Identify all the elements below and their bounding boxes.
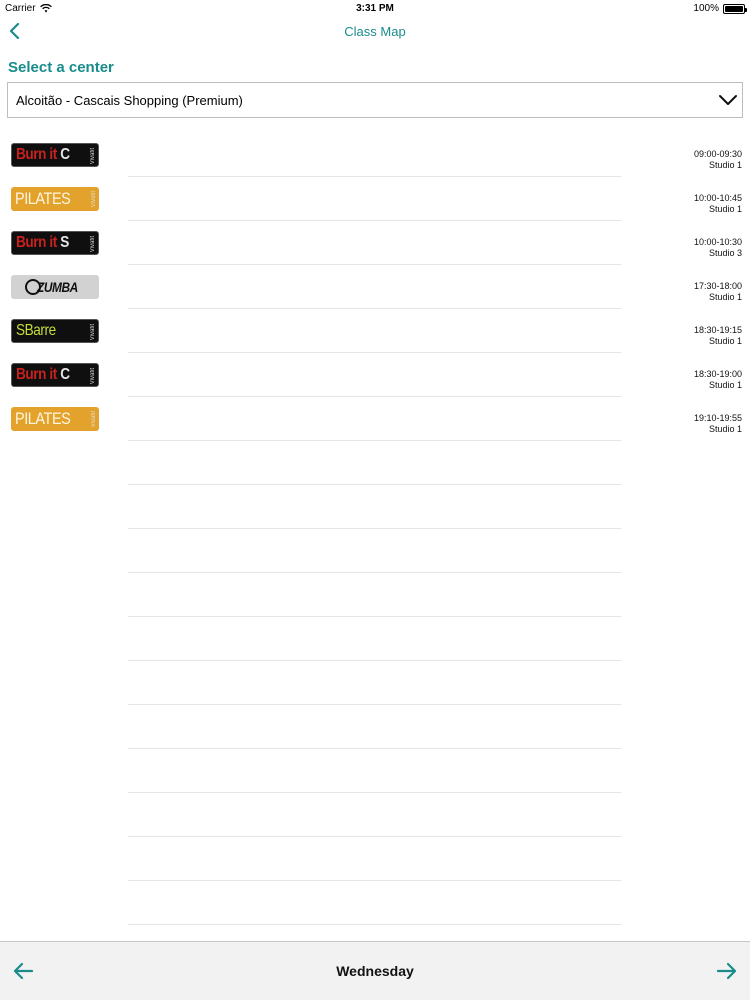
class-logo: Burn it C Vivafit (11, 143, 99, 167)
empty-row (0, 837, 750, 881)
class-schedule-list: Burn it C Vivafit 09:00-09:30 Studio 1 PI… (0, 133, 750, 925)
class-studio: Studio 1 (708, 160, 742, 170)
class-row[interactable]: Burn it C Vivafit 09:00-09:30 Studio 1 (0, 133, 750, 177)
class-time-block: 10:00-10:45 Studio 1 (694, 193, 742, 215)
class-time: 10:00-10:30 (693, 237, 742, 247)
class-studio: Studio 3 (708, 248, 742, 258)
class-row[interactable]: PILATES Vivafit 10:00-10:45 Studio 1 (0, 177, 750, 221)
class-time-block: 19:10-19:55 Studio 1 (694, 413, 742, 435)
class-time: 18:30-19:00 (693, 369, 742, 379)
empty-row (0, 749, 750, 793)
class-time: 09:00-09:30 (693, 149, 742, 159)
class-time: 19:10-19:55 (693, 413, 742, 423)
nav-bar: Class Map (0, 16, 750, 46)
battery-percent: 100% (693, 3, 719, 14)
class-logo: Burn it C Vivafit (11, 363, 99, 387)
status-time: 3:31 PM (356, 3, 394, 14)
current-day-label: Wednesday (336, 963, 414, 979)
class-row[interactable]: SBarre Vivafit 18:30-19:15 Studio 1 (0, 309, 750, 353)
empty-row (0, 529, 750, 573)
empty-row (0, 661, 750, 705)
empty-row (0, 441, 750, 485)
class-time-block: 18:30-19:00 Studio 1 (694, 369, 742, 391)
class-time: 17:30-18:00 (693, 281, 742, 291)
status-bar: Carrier 3:31 PM 100% (0, 0, 750, 16)
select-center-label: Select a center (8, 59, 114, 76)
class-logo: SBarre Vivafit (11, 319, 99, 343)
empty-row (0, 573, 750, 617)
class-studio: Studio 1 (708, 424, 742, 434)
class-time-block: 18:30-19:15 Studio 1 (694, 325, 742, 347)
center-dropdown[interactable]: Alcoitão - Cascais Shopping (Premium) (7, 82, 743, 118)
class-studio: Studio 1 (708, 204, 742, 214)
class-row[interactable]: ZUMBA 17:30-18:00 Studio 1 (0, 265, 750, 309)
empty-row (0, 705, 750, 749)
empty-row (0, 485, 750, 529)
class-row[interactable]: PILATES Vivafit 19:10-19:55 Studio 1 (0, 397, 750, 441)
class-time: 18:30-19:15 (693, 325, 742, 335)
battery-icon (723, 3, 747, 14)
class-studio: Studio 1 (708, 292, 742, 302)
class-time-block: 17:30-18:00 Studio 1 (694, 281, 742, 303)
status-right: 100% (693, 3, 747, 14)
chevron-down-icon (719, 95, 737, 105)
class-logo: PILATES Vivafit (11, 187, 99, 211)
class-studio: Studio 1 (708, 336, 742, 346)
class-row[interactable]: Burn it S Vivafit 10:00-10:30 Studio 3 (0, 221, 750, 265)
class-time-block: 10:00-10:30 Studio 3 (694, 237, 742, 259)
class-row[interactable]: Burn it C Vivafit 18:30-19:00 Studio 1 (0, 353, 750, 397)
empty-row (0, 881, 750, 925)
class-studio: Studio 1 (708, 380, 742, 390)
day-navigator: Wednesday (0, 941, 750, 1000)
class-time: 10:00-10:45 (693, 193, 742, 203)
class-time-block: 09:00-09:30 Studio 1 (694, 149, 742, 171)
class-logo: ZUMBA (11, 275, 99, 299)
next-day-button[interactable] (716, 961, 738, 981)
center-dropdown-value: Alcoitão - Cascais Shopping (Premium) (16, 93, 243, 108)
row-divider (128, 924, 621, 925)
page-title: Class Map (344, 24, 406, 39)
class-logo: Burn it S Vivafit (11, 231, 99, 255)
class-logo: PILATES Vivafit (11, 407, 99, 431)
empty-row (0, 617, 750, 661)
empty-row (0, 793, 750, 837)
arrow-right-icon (716, 962, 737, 980)
